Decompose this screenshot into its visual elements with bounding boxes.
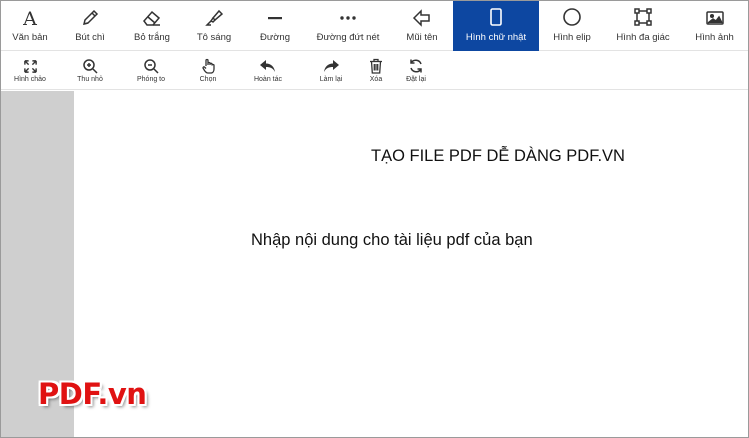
highlighter-icon	[205, 1, 223, 29]
tool-rectangle[interactable]: Hình chữ nhật	[453, 1, 539, 51]
select-button[interactable]: Chọn	[181, 52, 235, 90]
line-icon	[266, 1, 284, 29]
tool-polygon-label: Hình đa giác	[616, 32, 670, 43]
tool-pencil[interactable]: Bút chì	[59, 1, 121, 51]
text-icon: A	[21, 1, 39, 29]
document-heading[interactable]: TẠO FILE PDF DỄ DÀNG PDF.VN	[371, 147, 625, 166]
delete-button[interactable]: Xóa	[361, 52, 391, 90]
tool-polygon[interactable]: Hình đa giác	[605, 1, 681, 51]
tool-eraser[interactable]: Bỏ trắng	[121, 1, 183, 51]
pencil-icon	[81, 1, 99, 29]
undo-button[interactable]: Hoàn tác	[235, 52, 301, 90]
tool-pencil-label: Bút chì	[75, 32, 105, 43]
hand-pointer-icon	[201, 52, 216, 74]
reset-button[interactable]: Đặt lại	[391, 52, 441, 90]
tool-line[interactable]: Đường	[245, 1, 305, 51]
select-label: Chọn	[199, 76, 217, 83]
pdf-vn-logo: PDF.vn	[38, 377, 147, 411]
pdf-page[interactable]: TẠO FILE PDF DỄ DÀNG PDF.VN Nhập nội dun…	[74, 91, 748, 437]
image-icon	[705, 1, 725, 29]
eraser-icon	[142, 1, 162, 29]
zoom-in-label: Thu nhỏ	[77, 76, 103, 83]
tool-text-label: Văn bản	[12, 32, 48, 43]
tool-highlighter-label: Tô sáng	[196, 32, 232, 43]
reset-icon	[408, 52, 424, 74]
tool-dashed-line[interactable]: Đường đứt nét	[305, 1, 391, 51]
document-body-text[interactable]: Nhập nội dung cho tài liệu pdf của bạn	[251, 231, 533, 250]
redo-icon	[322, 52, 340, 74]
tool-ellipse[interactable]: Hình elip	[539, 1, 605, 51]
redo-button[interactable]: Làm lại	[301, 52, 361, 90]
zoom-out-icon	[143, 52, 159, 74]
zoom-in-button[interactable]: Thu nhỏ	[59, 52, 121, 90]
reset-label: Đặt lại	[406, 76, 426, 83]
tool-image[interactable]: Hình ảnh	[681, 1, 748, 51]
trash-icon	[369, 52, 383, 74]
svg-text:A: A	[22, 9, 37, 27]
tool-ellipse-label: Hình elip	[553, 32, 591, 43]
undo-icon	[259, 52, 277, 74]
delete-label: Xóa	[369, 76, 383, 83]
expand-icon	[23, 52, 38, 74]
tool-image-label: Hình ảnh	[695, 32, 734, 43]
arrow-icon	[412, 1, 432, 29]
tool-eraser-label: Bỏ trắng	[134, 32, 170, 43]
tool-arrow-label: Mũi tên	[406, 32, 438, 43]
tool-rectangle-label: Hình chữ nhật	[465, 32, 527, 43]
tool-arrow[interactable]: Mũi tên	[391, 1, 453, 51]
zoom-out-button[interactable]: Phóng to	[121, 52, 181, 90]
tool-dashed-line-label: Đường đứt nét	[316, 32, 380, 43]
tool-line-label: Đường	[259, 32, 291, 43]
redo-label: Làm lại	[319, 76, 343, 83]
ellipse-icon	[562, 1, 582, 29]
tool-text[interactable]: A Văn bản	[1, 1, 59, 51]
annotation-toolbar: A Văn bản Bút chì Bỏ trắng Tô sáng Đường…	[1, 1, 748, 51]
view-toolbar: Hình chảo Thu nhỏ Phóng to Chọn Hoàn tác…	[1, 52, 748, 90]
zoom-out-label: Phóng to	[136, 76, 166, 83]
dashed-line-icon	[339, 1, 357, 29]
tool-highlighter[interactable]: Tô sáng	[183, 1, 245, 51]
rectangle-icon	[487, 1, 505, 29]
fit-button[interactable]: Hình chảo	[1, 52, 59, 90]
polygon-icon	[633, 1, 653, 29]
fit-label: Hình chảo	[14, 76, 46, 83]
zoom-in-icon	[82, 52, 98, 74]
undo-label: Hoàn tác	[253, 76, 283, 83]
